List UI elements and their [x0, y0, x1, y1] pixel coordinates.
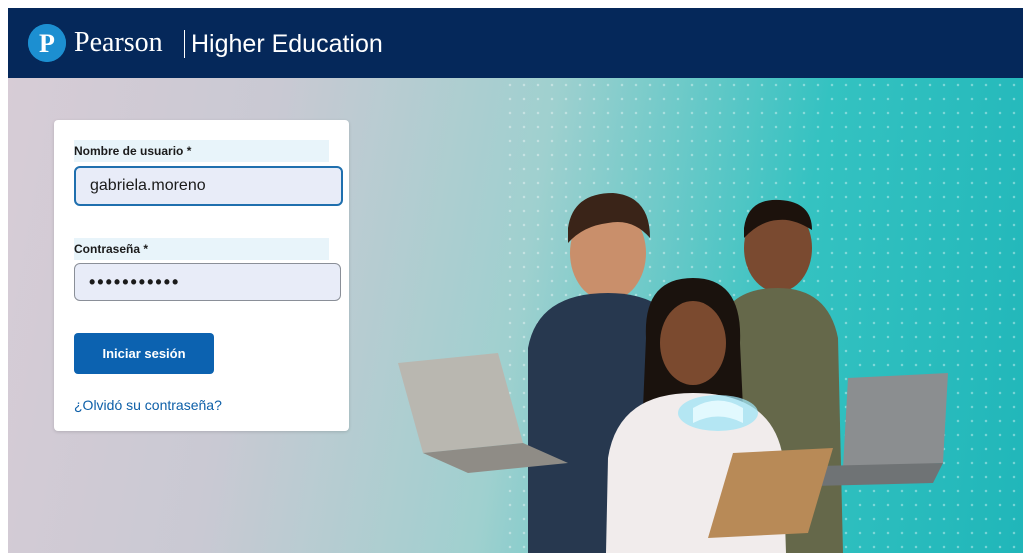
- pearson-logo-icon[interactable]: P: [28, 24, 66, 62]
- username-label: Nombre de usuario *: [74, 140, 329, 162]
- login-card: Nombre de usuario * gabriela.moreno Cont…: [54, 120, 349, 431]
- brand-divider: [184, 30, 185, 58]
- glowing-book-icon: [678, 395, 758, 431]
- students-hero-image: [398, 193, 948, 553]
- brand-name[interactable]: Pearson: [74, 26, 163, 60]
- password-label: Contraseña *: [74, 238, 329, 260]
- page: P Pearson Higher Education Nombre de usu…: [8, 8, 1023, 553]
- username-input[interactable]: gabriela.moreno: [74, 166, 343, 206]
- svg-text:P: P: [39, 29, 55, 58]
- password-input[interactable]: •••••••••••: [74, 263, 341, 301]
- top-header: P Pearson Higher Education: [8, 8, 1023, 78]
- sign-in-button[interactable]: Iniciar sesión: [74, 333, 214, 374]
- product-name: Higher Education: [191, 30, 383, 58]
- forgot-password-link[interactable]: ¿Olvidó su contraseña?: [74, 397, 222, 413]
